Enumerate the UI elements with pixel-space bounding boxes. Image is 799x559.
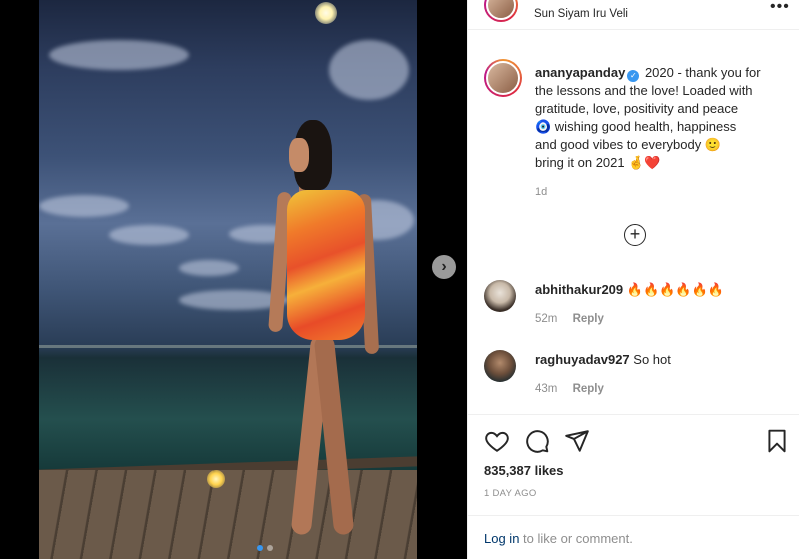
face — [289, 138, 309, 172]
reply-button[interactable]: Reply — [573, 383, 604, 395]
cloud — [179, 260, 239, 276]
login-link[interactable]: Log in — [484, 531, 519, 546]
more-options-icon[interactable]: ••• — [770, 0, 790, 16]
commenter-avatar[interactable] — [484, 350, 516, 382]
caption-text: 2020 - thank you for — [644, 65, 761, 80]
comment-time[interactable]: 43m — [535, 383, 557, 395]
carousel-dot-active — [257, 545, 263, 551]
author-avatar[interactable] — [484, 0, 518, 22]
post-header: Sun Siyam Iru Veli ••• — [468, 0, 799, 30]
actions-divider — [468, 414, 799, 415]
post-caption: ananyapanday ✓ 2020 - thank you for the l… — [535, 64, 785, 172]
instagram-post-view: › Sun Siyam Iru Veli ••• ananyapanday ✓ 2… — [0, 0, 799, 559]
share-paper-plane-icon[interactable] — [564, 428, 590, 454]
comment-username[interactable]: abhithakur209 — [535, 282, 623, 297]
carousel-next-button[interactable]: › — [432, 255, 456, 279]
load-more-comments-button[interactable]: + — [624, 224, 646, 246]
login-prompt-bar: Log in to like or comment. — [468, 515, 799, 559]
caption-text: the lessons and the love! Loaded with — [535, 83, 753, 98]
deck-lamp — [207, 470, 225, 488]
dress — [287, 190, 365, 340]
caption-author-avatar[interactable] — [484, 59, 522, 97]
post-date[interactable]: 1 DAY AGO — [484, 488, 537, 499]
chevron-right-icon: › — [441, 258, 447, 275]
cloud — [109, 225, 189, 245]
login-prompt: Log in to like or comment. — [484, 531, 633, 546]
comment-username[interactable]: raghuyadav927 — [535, 352, 630, 367]
commenter-avatar[interactable] — [484, 280, 516, 312]
bookmark-save-icon[interactable] — [764, 428, 790, 454]
person-figure — [268, 120, 389, 540]
post-details-panel: Sun Siyam Iru Veli ••• ananyapanday ✓ 202… — [467, 0, 799, 559]
carousel-dots — [257, 545, 273, 551]
comment-meta: 43m Reply — [535, 383, 616, 395]
post-photo[interactable] — [39, 0, 417, 559]
reply-button[interactable]: Reply — [573, 313, 604, 325]
cloud — [39, 195, 129, 217]
login-prompt-text: to like or comment. — [519, 531, 633, 546]
caption-text: bring it on 2021 🤞❤️ — [535, 155, 661, 170]
caption-username[interactable]: ananyapanday — [535, 65, 625, 80]
location-link[interactable]: Sun Siyam Iru Veli — [534, 8, 628, 20]
carousel-dot — [267, 545, 273, 551]
comment-body: raghuyadav927 So hot — [535, 352, 671, 367]
caption-timestamp[interactable]: 1d — [535, 186, 547, 198]
caption-text: and good vibes to everybody 🙂 — [535, 137, 722, 152]
cloud — [329, 40, 409, 100]
verified-badge-icon: ✓ — [627, 70, 640, 82]
media-pane: › — [0, 0, 467, 559]
cloud — [49, 40, 189, 70]
comment-text: So hot — [633, 352, 671, 367]
likes-count[interactable]: 835,387 likes — [484, 463, 564, 478]
caption-text: gratitude, love, positivity and peace — [535, 101, 739, 116]
comment-bubble-icon[interactable] — [524, 428, 550, 454]
caption-text: 🧿 wishing good health, happiness — [535, 119, 737, 134]
moon — [315, 2, 337, 24]
like-heart-icon[interactable] — [484, 428, 510, 454]
comment-body: abhithakur209 🔥🔥🔥🔥🔥🔥 — [535, 282, 724, 298]
comment-text: 🔥🔥🔥🔥🔥🔥 — [626, 282, 724, 297]
plus-circle-icon: + — [629, 224, 641, 244]
comment-meta: 52m Reply — [535, 313, 616, 325]
comment-time[interactable]: 52m — [535, 313, 557, 325]
